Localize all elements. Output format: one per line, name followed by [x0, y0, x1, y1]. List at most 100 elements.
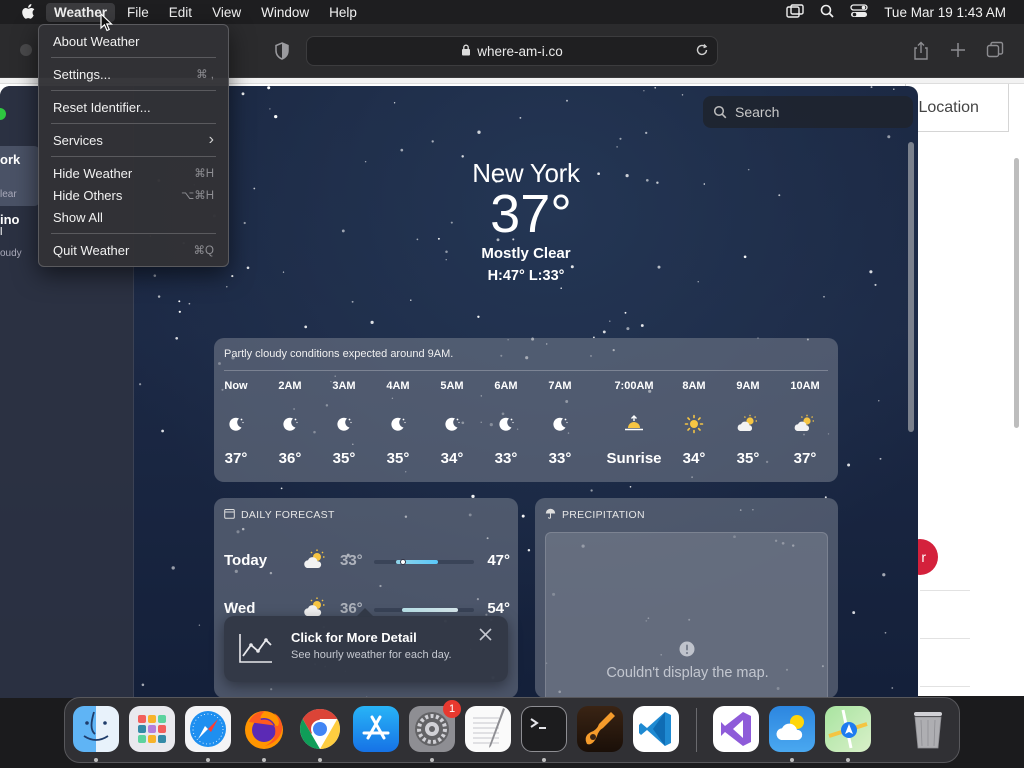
window-zoom-button[interactable] — [0, 108, 6, 120]
star — [157, 295, 161, 298]
menu-item-label: Services — [53, 132, 103, 148]
star — [253, 187, 256, 190]
menu-clock[interactable]: Tue Mar 19 1:43 AM — [884, 5, 1006, 20]
menu-item-hide-others[interactable]: Hide Others ⌥⌘H — [39, 184, 228, 206]
firefox-icon[interactable] — [241, 706, 287, 752]
address-bar[interactable]: where-am-i.co — [306, 36, 718, 66]
hourly-time: 5AM — [440, 380, 464, 392]
terminal-icon[interactable] — [521, 706, 567, 752]
star — [521, 514, 525, 518]
reload-icon[interactable] — [695, 43, 711, 59]
maps-icon[interactable] — [825, 706, 871, 752]
apple-icon[interactable] — [18, 4, 38, 20]
running-indicator — [94, 758, 98, 762]
precipitation-map[interactable]: Couldn't display the map. — [545, 532, 828, 698]
spotlight-icon[interactable] — [820, 4, 834, 21]
sidebar-location-name[interactable]: ino — [0, 212, 20, 227]
star — [269, 108, 271, 110]
star — [778, 194, 781, 197]
hourly-temp: 33° — [494, 450, 518, 467]
star — [231, 275, 234, 278]
hourly-column: 5AM 34° — [422, 380, 482, 467]
my-location-button[interactable]: y Location — [905, 84, 1009, 132]
weather-scrollbar[interactable] — [908, 142, 914, 432]
menu-separator — [51, 233, 216, 234]
menu-file[interactable]: File — [119, 3, 157, 22]
finder-icon[interactable] — [73, 706, 119, 752]
star — [178, 300, 181, 303]
menu-edit[interactable]: Edit — [161, 3, 200, 22]
more-detail-tip[interactable]: Click for More Detail See hourly weather… — [224, 608, 508, 682]
menu-item-label: Quit Weather — [53, 242, 130, 258]
menu-item-quit[interactable]: Quit Weather ⌘Q — [39, 239, 228, 261]
menu-item-about[interactable]: About Weather — [39, 30, 228, 52]
menu-item-services[interactable]: Services › — [39, 129, 228, 151]
chrome-icon[interactable] — [297, 706, 343, 752]
star — [171, 566, 175, 570]
hourly-temp: 35° — [332, 450, 356, 467]
trash-icon[interactable] — [905, 706, 951, 752]
system-settings-icon[interactable]: 1 — [409, 700, 461, 752]
precipitation-card[interactable]: PRECIPITATION Couldn't display the map. — [535, 498, 838, 698]
star — [878, 400, 880, 402]
menu-window[interactable]: Window — [253, 3, 317, 22]
star — [370, 320, 374, 324]
hourly-temp: 35° — [736, 450, 760, 467]
dock-separator — [696, 708, 697, 752]
star — [602, 330, 606, 334]
garageband-icon[interactable] — [577, 706, 623, 752]
search-input[interactable]: Search — [703, 96, 913, 128]
menu-item-settings[interactable]: Settings... ⌘ , — [39, 63, 228, 85]
moon-icon — [314, 404, 374, 444]
star — [893, 88, 895, 90]
running-indicator — [790, 758, 794, 762]
star — [657, 265, 661, 269]
screen-mirroring-icon[interactable] — [786, 3, 804, 21]
menu-help[interactable]: Help — [321, 3, 365, 22]
tab-overview-icon[interactable] — [986, 41, 1006, 61]
menu-separator — [51, 90, 216, 91]
star — [697, 281, 699, 283]
close-icon[interactable] — [479, 628, 492, 646]
star — [198, 624, 201, 626]
new-tab-icon[interactable] — [949, 41, 969, 61]
moon-icon — [368, 404, 428, 444]
sidebar-location-condition: oudy — [0, 248, 22, 259]
divider — [224, 370, 828, 371]
hourly-column: 3AM 35° — [314, 380, 374, 467]
hourly-column: 7AM 33° — [530, 380, 590, 467]
menu-item-show-all[interactable]: Show All — [39, 206, 228, 228]
divider — [920, 638, 970, 639]
safari-icon[interactable] — [185, 706, 231, 752]
vscode-icon[interactable] — [633, 706, 679, 752]
launchpad-icon[interactable] — [129, 706, 175, 752]
menu-item-hide-weather[interactable]: Hide Weather ⌘H — [39, 162, 228, 184]
daily-forecast-title: DAILY FORECAST — [241, 509, 335, 521]
running-indicator — [430, 758, 434, 762]
menu-view[interactable]: View — [204, 3, 249, 22]
window-control-icon[interactable] — [20, 44, 32, 56]
menu-shortcut: ⌘ , — [196, 69, 214, 81]
app-store-icon[interactable] — [353, 706, 399, 752]
textedit-icon[interactable] — [465, 706, 511, 752]
star — [884, 631, 887, 634]
control-center-icon[interactable] — [850, 3, 868, 21]
hourly-temp: 37° — [224, 450, 248, 467]
star — [619, 137, 622, 140]
star — [847, 463, 851, 467]
weather-icon[interactable] — [769, 706, 815, 752]
hourly-temp: 35° — [386, 450, 410, 467]
share-icon[interactable] — [912, 41, 932, 61]
hourly-time: 6AM — [494, 380, 518, 392]
moon-icon — [260, 404, 320, 444]
daily-row[interactable]: Today 33° 47° — [224, 548, 510, 576]
page-scrollbar[interactable] — [1014, 158, 1019, 428]
menu-shortcut: ⌘Q — [193, 245, 214, 257]
hourly-forecast-card[interactable]: Partly cloudy conditions expected around… — [214, 338, 838, 482]
visual-studio-icon[interactable] — [713, 706, 759, 752]
star — [626, 327, 630, 331]
sidebar-location-name: ork — [0, 152, 21, 167]
hourly-time: 9AM — [736, 380, 760, 392]
menu-item-reset-identifier[interactable]: Reset Identifier... — [39, 96, 228, 118]
privacy-shield-icon[interactable] — [274, 42, 292, 60]
